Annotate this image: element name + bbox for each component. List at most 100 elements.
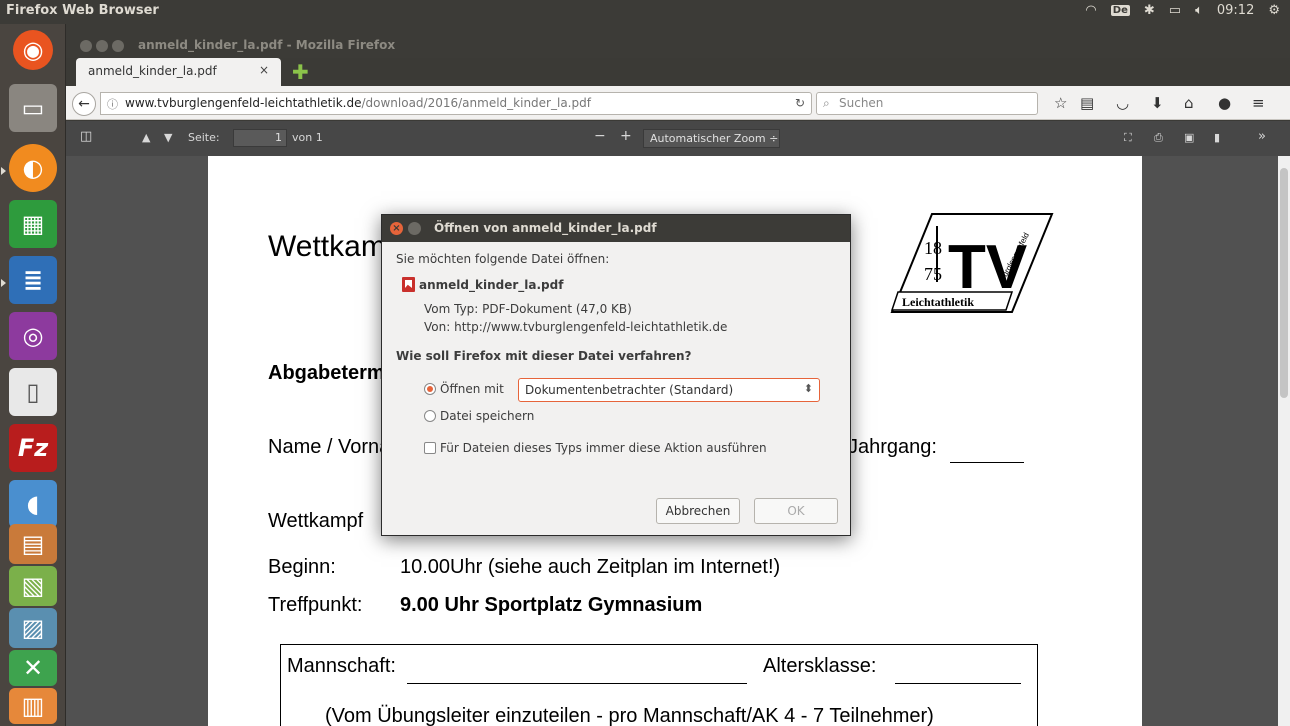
window-maximize-button[interactable] (112, 40, 124, 52)
print-icon[interactable]: ⎙ (1154, 131, 1163, 145)
site-info-icon[interactable]: ⓘ (107, 96, 118, 112)
fish-app-icon[interactable]: ◖ (9, 480, 57, 528)
sidebar-toggle-icon[interactable]: ◫ (80, 129, 92, 144)
url-bar[interactable]: ⓘ www.tvburglengenfeld-leichtathletik.de… (100, 92, 812, 115)
page-number-input[interactable]: 1 (233, 129, 287, 147)
search-bar[interactable]: ⌕ Suchen (816, 92, 1038, 115)
logo-banner-text: Leichtathletik (902, 295, 974, 309)
dialog-minimize-button[interactable] (408, 222, 421, 235)
page-label: Seite: (188, 131, 220, 144)
always-do-checkbox[interactable]: Für Dateien dieses Typs immer diese Akti… (424, 441, 767, 455)
reader-list-icon[interactable]: ▤ (1080, 94, 1094, 112)
scrollbar-thumb[interactable] (1280, 168, 1288, 398)
bookmark-star-icon[interactable]: ☆ (1054, 94, 1067, 112)
indicator-area: ◠ De ✱ ▭ 🔈︎ 09:12 ⚙︎ (1085, 3, 1280, 18)
pocket-icon[interactable]: ◡ (1116, 94, 1129, 112)
navigation-bar: ← ⓘ www.tvburglengenfeld-leichtathletik.… (66, 86, 1290, 120)
doc-treffpunkt-value: 9.00 Uhr Sportplatz Gymnasium (400, 594, 703, 616)
window-close-button[interactable] (80, 40, 92, 52)
doc-altersklasse: Altersklasse: (763, 655, 877, 677)
radio-open-with[interactable]: Öffnen mit (424, 382, 504, 396)
tools-chevron-icon[interactable]: » (1258, 129, 1266, 144)
volume-icon[interactable]: 🔈︎ (1195, 3, 1203, 18)
bluetooth-icon[interactable]: ✱ (1144, 3, 1155, 18)
previous-page-icon[interactable]: ▲ (142, 131, 150, 144)
reload-icon[interactable]: ↻ (795, 96, 805, 110)
back-button[interactable]: ← (72, 92, 96, 116)
next-page-icon[interactable]: ▼ (164, 131, 172, 144)
libreoffice-calc-icon[interactable]: ▦ (9, 200, 57, 248)
search-icon: ⌕ (823, 96, 830, 110)
tab-pdf[interactable]: anmeld_kinder_la.pdf × (76, 58, 281, 86)
presentation-mode-icon[interactable]: ⛶ (1124, 131, 1132, 145)
dialog-question: Wie soll Firefox mit dieser Datei verfah… (396, 349, 692, 363)
pdf-toolbar: ◫ ▲ ▼ Seite: 1 von 1 − + Automatischer Z… (66, 121, 1290, 156)
jahrgang-line (950, 462, 1024, 463)
radio-open-with-indicator[interactable] (424, 383, 436, 395)
window-minimize-button[interactable] (96, 40, 108, 52)
pdf-file-icon (402, 277, 415, 292)
app-icon[interactable]: ▨ (9, 608, 57, 648)
title-bar: anmeld_kinder_la.pdf - Mozilla Firefox (66, 24, 1290, 58)
altersklasse-line (895, 683, 1021, 684)
tab-close-icon[interactable]: × (259, 63, 269, 77)
filezilla-icon[interactable]: Fz (9, 424, 57, 472)
zoom-select[interactable]: Automatischer Zoom ÷ (643, 129, 780, 148)
save-pdf-icon[interactable]: ▣ (1184, 131, 1194, 144)
dialog-filename: anmeld_kinder_la.pdf (402, 277, 563, 292)
mannschaft-line (407, 683, 747, 684)
doc-jahrgang: Jahrgang: (848, 436, 937, 458)
dialog-title: Öffnen von anmeld_kinder_la.pdf (434, 221, 657, 235)
firefox-icon[interactable]: ◐ (9, 144, 57, 192)
menu-icon[interactable]: ≡ (1252, 94, 1265, 112)
dialog-title-bar: × Öffnen von anmeld_kinder_la.pdf (382, 215, 850, 242)
download-icon[interactable]: ⬇ (1151, 94, 1164, 112)
wifi-icon[interactable]: ◠ (1085, 3, 1096, 18)
doc-wettkampf: Wettkampf (268, 510, 364, 532)
radio-save-file[interactable]: Datei speichern (424, 409, 534, 423)
doc-hinweis: (Vom Übungsleiter einzuteilen - pro Mann… (325, 705, 934, 726)
settings-gear-icon[interactable]: ⚙︎ (1268, 3, 1280, 18)
url-text[interactable]: www.tvburglengenfeld-leichtathletik.de/d… (125, 96, 591, 110)
doc-beginn-label: Beginn: (268, 556, 336, 578)
radio-save-file-indicator[interactable] (424, 410, 436, 422)
battery-icon[interactable]: ▭ (1169, 3, 1181, 18)
app-icon[interactable]: ▧ (9, 566, 57, 606)
active-app-title: Firefox Web Browser (6, 3, 159, 18)
dialog-intro: Sie möchten folgende Datei öffnen: (396, 252, 610, 266)
running-indicator (1, 167, 6, 175)
doc-mannschaft: Mannschaft: (287, 655, 396, 677)
team-box: Mannschaft: Altersklasse: (Vom Übungslei… (280, 644, 1038, 726)
tab-label: anmeld_kinder_la.pdf (88, 64, 217, 78)
app-icon[interactable]: ▥ (9, 688, 57, 724)
open-with-select[interactable]: Dokumentenbetrachter (Standard) ⬍ (518, 378, 820, 402)
dialog-close-button[interactable]: × (390, 222, 403, 235)
ok-button[interactable]: OK (754, 498, 838, 524)
keyboard-layout-badge[interactable]: De (1110, 5, 1130, 16)
zoom-out-icon[interactable]: − (594, 128, 606, 144)
ubuntu-dash-icon[interactable]: ◉ (13, 30, 53, 70)
search-input[interactable]: Suchen (839, 96, 883, 110)
libreoffice-writer-icon[interactable]: ≣ (9, 256, 57, 304)
files-icon[interactable]: ▭ (9, 84, 57, 132)
cancel-button[interactable]: Abbrechen (656, 498, 740, 524)
running-indicator (1, 279, 6, 287)
chat-icon[interactable]: ● (1218, 94, 1231, 112)
zoom-in-icon[interactable]: + (620, 128, 632, 144)
select-arrow-icon: ⬍ (803, 382, 813, 395)
libreoffice-base-icon[interactable]: ◎ (9, 312, 57, 360)
clock[interactable]: 09:12 (1217, 3, 1254, 18)
checkbox-indicator[interactable] (424, 442, 436, 454)
scrollbar[interactable] (1278, 156, 1290, 726)
new-tab-plus-icon[interactable]: ✚ (292, 60, 309, 84)
bookmark-icon[interactable]: ▮ (1214, 131, 1220, 144)
document-icon[interactable]: ▯ (9, 368, 57, 416)
window-title: anmeld_kinder_la.pdf - Mozilla Firefox (138, 38, 396, 52)
doc-treffpunkt-label: Treffpunkt: (268, 594, 363, 616)
app-icon[interactable]: ✕ (9, 650, 57, 686)
doc-beginn-value: 10.00Uhr (siehe auch Zeitplan im Interne… (400, 556, 781, 578)
home-icon[interactable]: ⌂ (1184, 94, 1194, 112)
dialog-file-source: Von: http://www.tvburglengenfeld-leichta… (424, 320, 728, 334)
app-icon[interactable]: ▤ (9, 524, 57, 564)
logo-number-bottom: 75 (924, 264, 942, 284)
